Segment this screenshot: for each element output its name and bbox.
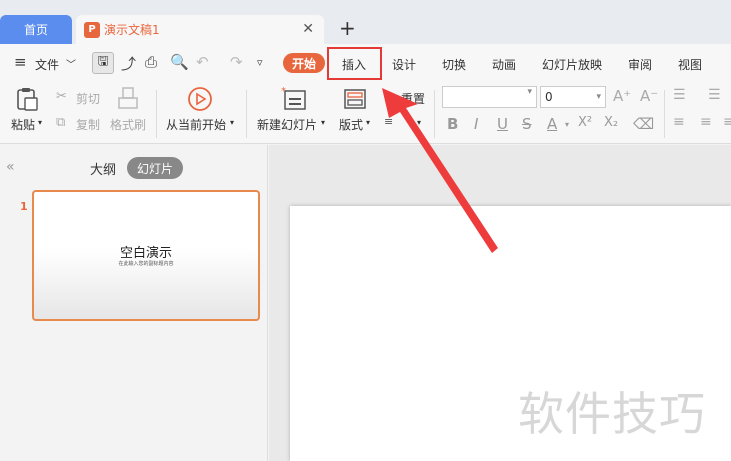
tab-home[interactable]: 首页	[0, 15, 72, 44]
font-family-select[interactable]: ▾	[442, 86, 537, 108]
subscript-button[interactable]: X₂	[604, 115, 618, 130]
menu-transition[interactable]: 切换	[442, 56, 466, 73]
quick-access-dropdown-icon[interactable]: ▿	[257, 56, 263, 69]
menu-animation[interactable]: 动画	[492, 56, 516, 73]
document-title: 演示文稿1	[104, 23, 160, 37]
print-preview-icon[interactable]: 🔍	[170, 53, 189, 71]
reset-button[interactable]: 重置	[401, 90, 425, 107]
align-left-icon[interactable]: ≡	[673, 114, 685, 130]
print-icon[interactable]: ⎙	[145, 53, 157, 71]
save-icon[interactable]: 🖫	[92, 52, 114, 74]
paste-dropdown-icon[interactable]: ▾	[38, 118, 42, 127]
slides-panel: « 大纲 幻灯片 1 空白演示 在此输入您的副标题内容	[0, 145, 268, 461]
copy-button[interactable]: 复制	[76, 116, 100, 133]
align-center-icon[interactable]: ≡	[700, 114, 712, 130]
new-slide-button[interactable]: 新建幻灯片	[257, 116, 317, 133]
menu-slideshow[interactable]: 幻灯片放映	[542, 56, 602, 73]
divider	[156, 90, 157, 138]
cut-button[interactable]: 剪切	[76, 90, 100, 107]
paste-icon[interactable]	[14, 86, 40, 112]
menu-bar: ≡ 文件 ﹀ 🖫 ⤴ ⎙ 🔍 ↶ ↷ ▿ 开始 插入 设计 切换 动画 幻灯片放…	[0, 44, 731, 82]
section-icon[interactable]: ≡	[384, 115, 393, 128]
divider	[664, 90, 665, 138]
underline-button[interactable]: U	[497, 115, 508, 133]
paste-button[interactable]: 粘贴	[11, 116, 35, 133]
layout-icon[interactable]	[342, 86, 368, 112]
decrease-font-icon[interactable]: A⁻	[640, 87, 658, 105]
thumbnail-title: 空白演示	[119, 246, 172, 261]
chevron-down-icon[interactable]: ▾	[230, 118, 234, 127]
svg-text:*: *	[281, 86, 286, 97]
divider	[434, 90, 435, 138]
ribbon: 粘贴 ▾ ✂ 剪切 ⧉ 复制 格式刷 从当前开始 ▾ * 新建幻灯片 ▾ 版式 …	[0, 82, 731, 144]
chevron-down-icon[interactable]: ▾	[596, 87, 601, 107]
superscript-button[interactable]: X²	[578, 115, 592, 130]
presentation-icon: P	[84, 21, 100, 38]
reset-icon[interactable]: ▭	[384, 89, 394, 102]
divider	[246, 90, 247, 138]
play-from-current-button[interactable]: 从当前开始	[166, 116, 226, 133]
align-right-icon[interactable]: ≡	[723, 114, 731, 130]
tab-slides[interactable]: 幻灯片	[127, 157, 183, 179]
menu-file[interactable]: 文件	[35, 56, 59, 73]
menu-start[interactable]: 开始	[283, 53, 325, 73]
increase-font-icon[interactable]: A⁺	[613, 87, 631, 105]
new-slide-icon[interactable]: *	[280, 85, 308, 113]
format-painter-icon[interactable]	[116, 86, 140, 112]
new-tab-icon[interactable]: +	[339, 16, 356, 40]
font-color-button[interactable]: A	[547, 115, 557, 133]
chevron-down-icon[interactable]: ▾	[417, 118, 421, 127]
chevron-down-icon[interactable]: ▾	[565, 120, 569, 129]
hamburger-menu-icon[interactable]: ≡	[14, 53, 27, 71]
chevron-down-icon[interactable]: ﹀	[66, 56, 76, 71]
chevron-down-icon[interactable]: ▾	[366, 118, 370, 127]
format-painter-button[interactable]: 格式刷	[110, 116, 146, 133]
bold-button[interactable]: B	[447, 115, 458, 133]
font-size-value: 0	[545, 90, 553, 104]
layout-button[interactable]: 版式	[339, 116, 363, 133]
copy-icon[interactable]: ⧉	[56, 115, 65, 130]
close-icon[interactable]: ✕	[302, 21, 314, 37]
strikethrough-button[interactable]: S	[522, 115, 532, 133]
insert-highlight-box	[327, 47, 382, 80]
watermark-text: 软件技巧	[518, 387, 706, 441]
collapse-panel-icon[interactable]: «	[6, 159, 15, 175]
tab-bar: 首页 P 演示文稿1 ✕ +	[0, 0, 731, 44]
slide-thumbnail[interactable]: 空白演示 在此输入您的副标题内容	[32, 190, 260, 321]
menu-design[interactable]: 设计	[392, 56, 416, 73]
export-pdf-icon[interactable]: ⤴	[121, 53, 136, 74]
tab-outline[interactable]: 大纲	[90, 159, 116, 178]
chevron-down-icon[interactable]: ▾	[527, 87, 532, 97]
italic-button[interactable]: I	[474, 115, 478, 133]
undo-icon[interactable]: ↶	[196, 53, 209, 71]
play-icon[interactable]	[186, 85, 214, 113]
menu-view[interactable]: 视图	[678, 56, 702, 73]
numbered-list-icon[interactable]: ☰	[708, 87, 721, 103]
thumbnail-subtitle: 在此输入您的副标题内容	[118, 261, 174, 267]
eraser-icon[interactable]: ⌫	[633, 115, 654, 133]
menu-review[interactable]: 审阅	[628, 56, 652, 73]
bullet-list-icon[interactable]: ☰	[673, 87, 686, 103]
scissors-icon[interactable]: ✂	[56, 89, 67, 104]
tab-document[interactable]: P 演示文稿1 ✕	[76, 15, 324, 44]
chevron-down-icon[interactable]: ▾	[321, 118, 325, 127]
redo-icon[interactable]: ↷	[230, 53, 243, 71]
font-size-select[interactable]: 0 ▾	[540, 86, 606, 108]
slide-number: 1	[20, 200, 28, 213]
